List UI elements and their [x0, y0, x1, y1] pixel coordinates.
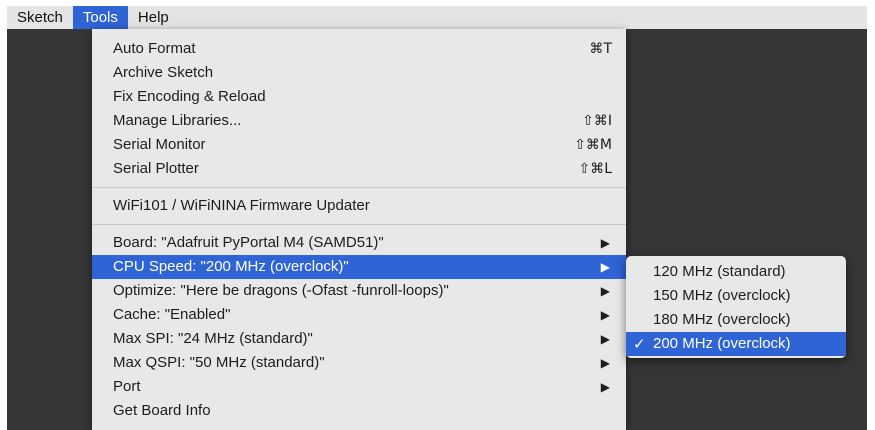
- menu-item-label: WiFi101 / WiFiNINA Firmware Updater: [113, 197, 370, 214]
- menu-item-archive-sketch[interactable]: Archive Sketch: [92, 61, 626, 85]
- submenu-item-label: 200 MHz (overclock): [653, 335, 791, 352]
- menu-item-label: Max QSPI: "50 MHz (standard)": [113, 354, 325, 371]
- shortcut-label: ⇧⌘L: [578, 161, 612, 177]
- menu-item-label: Max SPI: "24 MHz (standard)": [113, 330, 313, 347]
- submenu-arrow-icon: ▶: [600, 356, 610, 370]
- menu-item-label: Optimize: "Here be dragons (-Ofast -funr…: [113, 282, 449, 299]
- submenu-item-120mhz[interactable]: 120 MHz (standard): [626, 260, 846, 284]
- menu-item-manage-libraries[interactable]: Manage Libraries... ⇧⌘I: [92, 109, 626, 133]
- menu-item-get-board-info[interactable]: Get Board Info: [92, 399, 626, 423]
- menu-item-auto-format[interactable]: Auto Format ⌘T: [92, 37, 626, 61]
- menu-item-label: Manage Libraries...: [113, 112, 242, 129]
- menu-item-label: Serial Plotter: [113, 160, 199, 177]
- menu-item-label: Get Board Info: [113, 402, 211, 419]
- menu-tools[interactable]: Tools: [72, 6, 128, 29]
- menu-separator: [92, 224, 626, 225]
- submenu-arrow-icon: ▶: [600, 308, 610, 322]
- menu-item-max-spi[interactable]: Max SPI: "24 MHz (standard)" ▶: [92, 327, 626, 351]
- shortcut-label: ⇧⌘M: [574, 137, 612, 153]
- menu-bar: Sketch Tools Help: [7, 6, 867, 29]
- submenu-item-150mhz[interactable]: 150 MHz (overclock): [626, 284, 846, 308]
- submenu-item-label: 180 MHz (overclock): [653, 311, 791, 328]
- submenu-item-180mhz[interactable]: 180 MHz (overclock): [626, 308, 846, 332]
- menu-item-firmware-updater[interactable]: WiFi101 / WiFiNINA Firmware Updater: [92, 194, 626, 218]
- menu-sketch[interactable]: Sketch: [7, 6, 73, 29]
- menu-item-label: Archive Sketch: [113, 64, 214, 81]
- menu-item-label: CPU Speed: "200 MHz (overclock)": [113, 258, 349, 275]
- menu-item-serial-monitor[interactable]: Serial Monitor ⇧⌘M: [92, 133, 626, 157]
- cpu-speed-submenu: 120 MHz (standard) 150 MHz (overclock) 1…: [626, 256, 846, 358]
- submenu-arrow-icon: ▶: [600, 332, 610, 346]
- menu-item-label: Serial Monitor: [113, 136, 206, 153]
- checkmark-icon: ✓: [633, 335, 646, 353]
- menu-item-fix-encoding[interactable]: Fix Encoding & Reload: [92, 85, 626, 109]
- menu-item-cpu-speed[interactable]: CPU Speed: "200 MHz (overclock)" ▶: [92, 255, 626, 279]
- shortcut-label: ⇧⌘I: [582, 113, 612, 129]
- submenu-arrow-icon: ▶: [600, 236, 610, 250]
- menu-item-label: Auto Format: [113, 40, 196, 57]
- menu-item-label: Port: [113, 378, 141, 395]
- menu-item-port[interactable]: Port ▶: [92, 375, 626, 399]
- menu-help[interactable]: Help: [128, 6, 179, 29]
- menu-item-optimize[interactable]: Optimize: "Here be dragons (-Ofast -funr…: [92, 279, 626, 303]
- menu-separator: [92, 187, 626, 188]
- menu-item-max-qspi[interactable]: Max QSPI: "50 MHz (standard)" ▶: [92, 351, 626, 375]
- menu-item-label: Board: "Adafruit PyPortal M4 (SAMD51)": [113, 234, 384, 251]
- tools-dropdown-menu: Auto Format ⌘T Archive Sketch Fix Encodi…: [92, 29, 626, 430]
- submenu-arrow-icon: ▶: [600, 284, 610, 298]
- shortcut-label: ⌘T: [589, 41, 612, 57]
- submenu-item-200mhz[interactable]: ✓ 200 MHz (overclock): [626, 332, 846, 356]
- menu-item-label: Cache: "Enabled": [113, 306, 231, 323]
- menu-item-label: Fix Encoding & Reload: [113, 88, 266, 105]
- menu-item-serial-plotter[interactable]: Serial Plotter ⇧⌘L: [92, 157, 626, 181]
- submenu-item-label: 150 MHz (overclock): [653, 287, 791, 304]
- menu-item-cache[interactable]: Cache: "Enabled" ▶: [92, 303, 626, 327]
- submenu-arrow-icon: ▶: [600, 380, 610, 394]
- menu-item-board[interactable]: Board: "Adafruit PyPortal M4 (SAMD51)" ▶: [92, 231, 626, 255]
- submenu-item-label: 120 MHz (standard): [653, 263, 786, 280]
- submenu-arrow-icon: ▶: [600, 260, 610, 274]
